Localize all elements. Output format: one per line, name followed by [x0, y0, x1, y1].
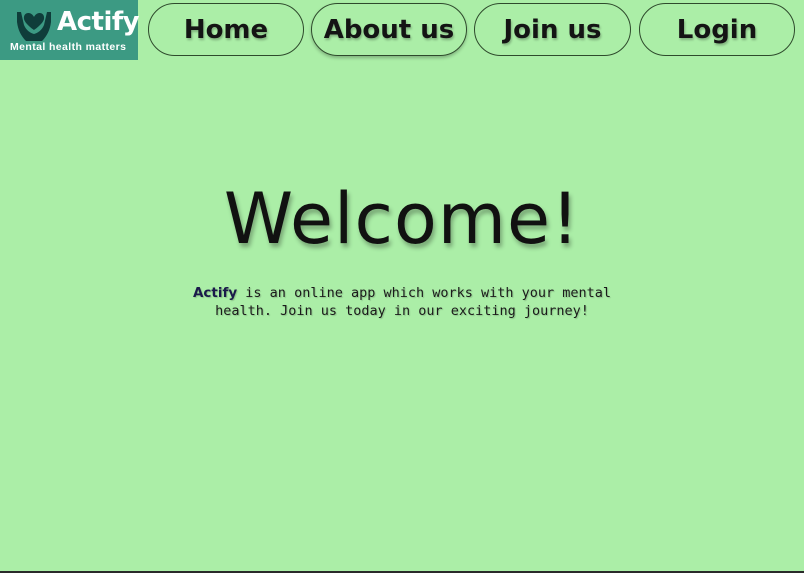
nav-about-button[interactable]: About us [311, 3, 467, 56]
intro-brand-name: Actify [192, 285, 238, 301]
nav-join-button[interactable]: Join us [474, 3, 631, 56]
intro-paragraph: Actify is an online app which works with… [180, 284, 624, 320]
intro-text: is an online app which works with your m… [215, 285, 612, 319]
logo[interactable]: Actify Mental health matters [0, 0, 140, 60]
logo-tagline: Mental health matters [10, 41, 127, 53]
nav-login-button[interactable]: Login [639, 3, 795, 56]
welcome-heading: Welcome! [223, 178, 581, 260]
logo-name: Actify [57, 7, 140, 37]
hands-heart-icon [17, 12, 51, 41]
nav-home-button[interactable]: Home [148, 3, 304, 56]
